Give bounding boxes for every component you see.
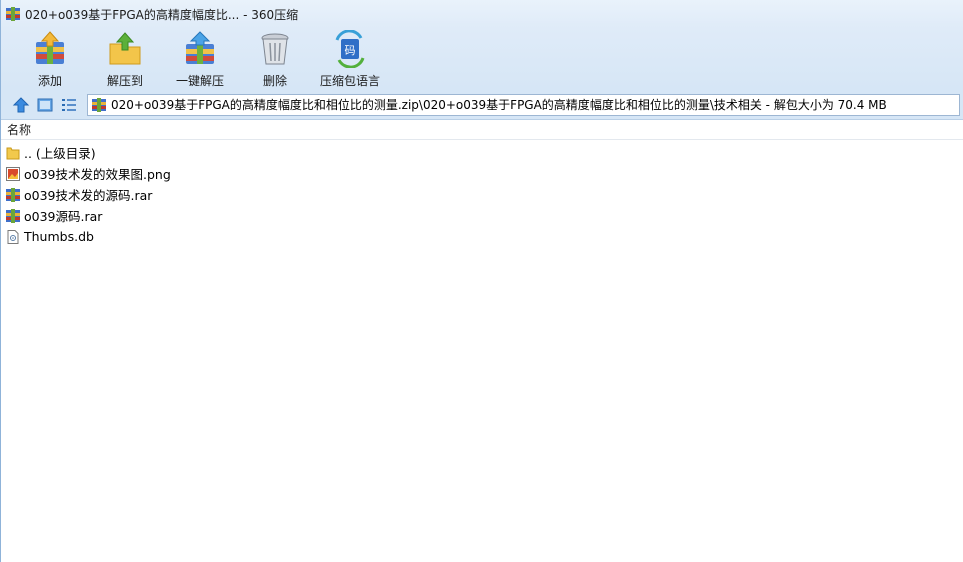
address-bar[interactable]: 020+o039基于FPGA的高精度幅度比和相位比的测量.zip\020+o03… xyxy=(87,93,960,116)
list-item-parent-directory[interactable]: .. (上级目录) xyxy=(1,142,963,163)
db-file-icon xyxy=(7,229,19,244)
image-file-icon xyxy=(6,166,20,181)
file-name: .. (上级目录) xyxy=(24,146,96,161)
one-click-extract-icon xyxy=(186,31,214,64)
up-button[interactable] xyxy=(9,94,33,116)
archive-app-icon xyxy=(6,7,20,21)
file-name: o039技术发的源码.rar xyxy=(24,188,153,203)
up-arrow-icon xyxy=(12,96,30,112)
file-list: .. (上级目录) o039技术发的效果图.png o039技术发的源码.rar xyxy=(1,140,963,247)
column-header-label: 名称 xyxy=(7,123,32,137)
file-name: Thumbs.db xyxy=(24,229,94,244)
file-name: o039源码.rar xyxy=(24,209,103,224)
delete-button[interactable]: 删除 xyxy=(238,28,312,89)
archive-language-button-label: 压缩包语言 xyxy=(319,74,380,88)
add-archive-icon xyxy=(36,31,64,64)
list-view-icon xyxy=(62,98,76,111)
archive-language-button[interactable]: 码 压缩包语言 xyxy=(313,28,387,89)
column-header-name[interactable]: 名称 xyxy=(1,120,963,140)
extract-to-icon xyxy=(109,32,141,65)
thumbnail-view-button[interactable] xyxy=(33,94,57,116)
extract-to-button-label: 解压到 xyxy=(106,74,143,88)
one-click-extract-button[interactable]: 一键解压 xyxy=(163,28,237,89)
rar-file-icon xyxy=(6,187,20,202)
list-view-button[interactable] xyxy=(57,94,81,116)
svg-text:码: 码 xyxy=(345,44,356,57)
add-button[interactable]: 添加 xyxy=(13,28,87,89)
extract-to-button[interactable]: 解压到 xyxy=(88,28,162,89)
delete-trash-icon xyxy=(261,33,289,65)
window-title: 020+o039基于FPGA的高精度幅度比... - 360压缩 xyxy=(25,7,299,22)
address-path: 020+o039基于FPGA的高精度幅度比和相位比的测量.zip\020+o03… xyxy=(111,98,887,112)
rar-file-icon xyxy=(6,208,20,223)
folder-icon xyxy=(6,147,20,159)
app-window: 020+o039基于FPGA的高精度幅度比... - 360压缩 添加 解压到 xyxy=(0,0,963,562)
zip-archive-icon xyxy=(92,97,106,112)
one-click-extract-button-label: 一键解压 xyxy=(175,74,224,88)
delete-button-label: 删除 xyxy=(262,74,287,88)
title-bar: 020+o039基于FPGA的高精度幅度比... - 360压缩 xyxy=(1,0,963,28)
archive-language-icon: 码 xyxy=(335,30,365,68)
list-item[interactable]: Thumbs.db xyxy=(1,226,963,247)
list-item[interactable]: o039技术发的效果图.png xyxy=(1,163,963,184)
thumbnail-view-icon xyxy=(37,98,53,111)
add-button-label: 添加 xyxy=(37,74,62,88)
navigation-bar: 020+o039基于FPGA的高精度幅度比和相位比的测量.zip\020+o03… xyxy=(1,90,963,120)
list-item[interactable]: o039源码.rar xyxy=(1,205,963,226)
toolbar: 添加 解压到 一键解压 删除 码 压缩包语言 xyxy=(1,28,963,90)
file-name: o039技术发的效果图.png xyxy=(24,167,171,182)
list-item[interactable]: o039技术发的源码.rar xyxy=(1,184,963,205)
